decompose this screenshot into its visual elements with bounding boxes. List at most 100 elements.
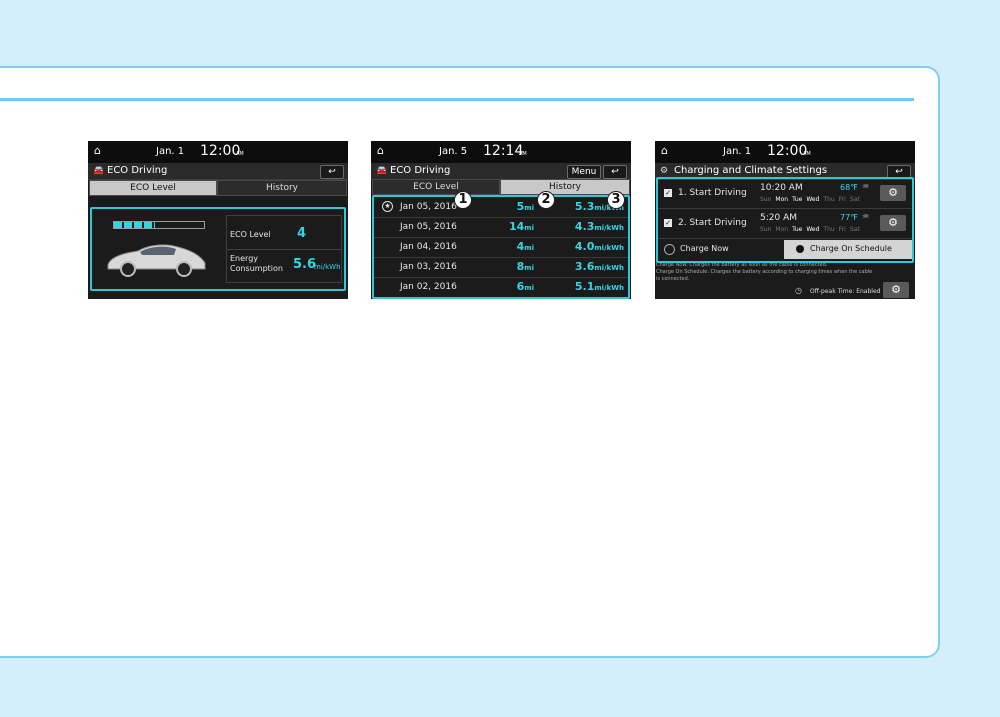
star-icon: ★ <box>382 201 393 212</box>
screen-title: Charging and Climate Settings <box>674 165 828 176</box>
history-row[interactable]: Jan 04, 2016 4mi 4.0mi/kWh <box>374 237 628 258</box>
offpeak-label: Off-peak Time: Enabled <box>810 288 881 295</box>
eco-highlight-box: ECO Level 4 Energy Consumption 5.6 mi/kW… <box>90 207 346 291</box>
history-row[interactable]: Jan 02, 2016 6mi 5.1mi/kWh <box>374 277 628 297</box>
eco-level-label: ECO Level <box>230 230 271 239</box>
screen-title: ECO Driving <box>107 165 168 176</box>
history-screen: ⌂ Jan. 5 12:14 AM 🚘 ECO Driving Menu ↩ E… <box>371 141 631 299</box>
back-button[interactable]: ↩ <box>603 165 627 179</box>
header-rule <box>0 98 914 101</box>
day-label: Fri <box>838 196 846 203</box>
title-bar: 🚘 ECO Driving ↩ <box>88 163 348 180</box>
row-efficiency: 4.0mi/kWh <box>574 240 624 253</box>
row-efficiency: 5.1mi/kWh <box>574 280 624 293</box>
status-time: 12:00 <box>200 143 241 159</box>
energy-label-line2: Consumption <box>230 264 283 273</box>
schedule-time: 10:20 AM <box>760 183 803 193</box>
eco-stats-panel: ECO Level 4 Energy Consumption 5.6 mi/kW… <box>226 215 342 283</box>
schedule-settings-button[interactable]: ⚙ <box>880 185 906 201</box>
day-label: Thu <box>823 196 835 203</box>
eco-bar-track <box>113 221 205 229</box>
status-ampm: AM <box>236 151 244 157</box>
eco-bar-fill <box>114 222 155 228</box>
day-label: Mon <box>775 226 789 233</box>
home-icon[interactable]: ⌂ <box>661 145 673 157</box>
back-button[interactable]: ↩ <box>320 165 344 179</box>
history-list: ★ Jan 05, 2016 5mi 5.3mi/kWh Jan 05, 2016 14m… <box>374 197 628 297</box>
schedule-settings-button[interactable]: ⚙ <box>880 215 906 231</box>
gear-icon: ⚙ <box>660 166 669 176</box>
screen-title: ECO Driving <box>390 165 451 176</box>
info-note-2: Charge On Schedule: Charges the battery … <box>656 269 873 275</box>
schedule-list: ✓ 1. Start Driving 10:20 AM 68℉ ♒ Sun Mon Tue We… <box>658 179 912 239</box>
tab-eco-level[interactable]: ECO Level <box>372 179 500 195</box>
schedule-temp: 77℉ <box>840 213 858 222</box>
schedule-label: 1. Start Driving <box>678 188 747 198</box>
status-date: Jan. 5 <box>439 146 468 157</box>
checkbox-checked-icon[interactable]: ✓ <box>664 219 672 227</box>
row-date: Jan 04, 2016 <box>400 242 457 252</box>
history-row[interactable]: ★ Jan 05, 2016 5mi 5.3mi/kWh <box>374 197 628 218</box>
charge-schedule-option[interactable]: Charge On Schedule <box>784 240 912 259</box>
home-icon[interactable]: ⌂ <box>94 145 106 157</box>
day-list: Sun Mon Tue Wed Thu Fri Sat <box>760 226 864 233</box>
callout-1: 1 <box>454 191 472 209</box>
day-label: Wed <box>806 196 820 203</box>
day-label: Tue <box>792 196 803 203</box>
schedule-label: 2. Start Driving <box>678 218 747 228</box>
radio-selected-icon <box>796 245 804 253</box>
offpeak-clock-icon: ◷ <box>795 286 802 295</box>
schedule-row[interactable]: ✓ 2. Start Driving 5:20 AM 77℉ ♒ Sun Mon Tue Wed… <box>658 209 912 239</box>
charge-schedule-label: Charge On Schedule <box>810 244 892 253</box>
offpeak-settings-button[interactable]: ⚙ <box>883 282 909 298</box>
menu-button[interactable]: Menu <box>567 165 601 179</box>
charge-now-option[interactable]: Charge Now <box>658 240 782 259</box>
row-distance: 5mi <box>516 200 534 213</box>
status-bar: ⌂ Jan. 5 12:14 AM <box>371 141 631 164</box>
home-icon[interactable]: ⌂ <box>377 145 389 157</box>
status-time: 12:14 <box>483 143 524 159</box>
car-image <box>107 244 206 277</box>
radio-empty-icon <box>664 244 675 255</box>
day-label: Tue <box>792 226 803 233</box>
tab-eco-level[interactable]: ECO Level <box>89 180 217 196</box>
status-time: 12:00 <box>767 143 808 159</box>
defrost-icon: ♒ <box>862 182 870 191</box>
day-label: Sat <box>849 226 860 233</box>
status-ampm: AM <box>519 151 527 157</box>
row-distance: 4mi <box>516 240 534 253</box>
day-label: Sat <box>849 196 860 203</box>
status-bar: ⌂ Jan. 1 12:00 AM <box>655 141 915 164</box>
day-label: Sun <box>760 226 772 233</box>
schedule-time: 5:20 AM <box>760 213 797 223</box>
day-label: Sun <box>760 196 772 203</box>
charge-now-label: Charge Now <box>680 244 729 253</box>
status-date: Jan. 1 <box>156 146 185 157</box>
eco-level-value: 4 <box>297 226 307 241</box>
history-row[interactable]: Jan 03, 2016 8mi 3.6mi/kWh <box>374 257 628 278</box>
day-label: Thu <box>823 226 835 233</box>
tab-history[interactable]: History <box>217 180 347 196</box>
day-label: Fri <box>838 226 846 233</box>
row-date: Jan 05, 2016 <box>400 202 457 212</box>
info-note-3: is connected. <box>656 276 690 282</box>
schedule-row[interactable]: ✓ 1. Start Driving 10:20 AM 68℉ ♒ Sun Mon Tue We… <box>658 179 912 209</box>
row-efficiency: 3.6mi/kWh <box>574 260 624 273</box>
checkbox-checked-icon[interactable]: ✓ <box>664 189 672 197</box>
day-label: Wed <box>806 226 820 233</box>
day-list: Sun Mon Tue Wed Thu Fri Sat <box>760 196 864 203</box>
callout-2: 2 <box>537 191 555 209</box>
schedule-temp: 68℉ <box>840 183 858 192</box>
schedule-highlight-box: ✓ 1. Start Driving 10:20 AM 68℉ ♒ Sun Mon Tue We… <box>656 177 914 263</box>
info-note-1: Charge Now: Charges the battery as soon … <box>656 262 828 268</box>
eco-level-screen: ⌂ Jan. 1 12:00 AM 🚘 ECO Driving ↩ ECO Le… <box>88 141 348 299</box>
status-bar: ⌂ Jan. 1 12:00 AM <box>88 141 348 164</box>
row-distance: 6mi <box>516 280 534 293</box>
status-ampm: AM <box>803 151 811 157</box>
row-date: Jan 03, 2016 <box>400 262 457 272</box>
car-icon: 🚘 <box>93 166 105 176</box>
history-row[interactable]: Jan 05, 2016 14mi 4.3mi/kWh <box>374 217 628 238</box>
history-highlight-box: ★ Jan 05, 2016 5mi 5.3mi/kWh Jan 05, 2016 14m… <box>372 195 630 299</box>
row-date: Jan 02, 2016 <box>400 282 457 292</box>
row-date: Jan 05, 2016 <box>400 222 457 232</box>
